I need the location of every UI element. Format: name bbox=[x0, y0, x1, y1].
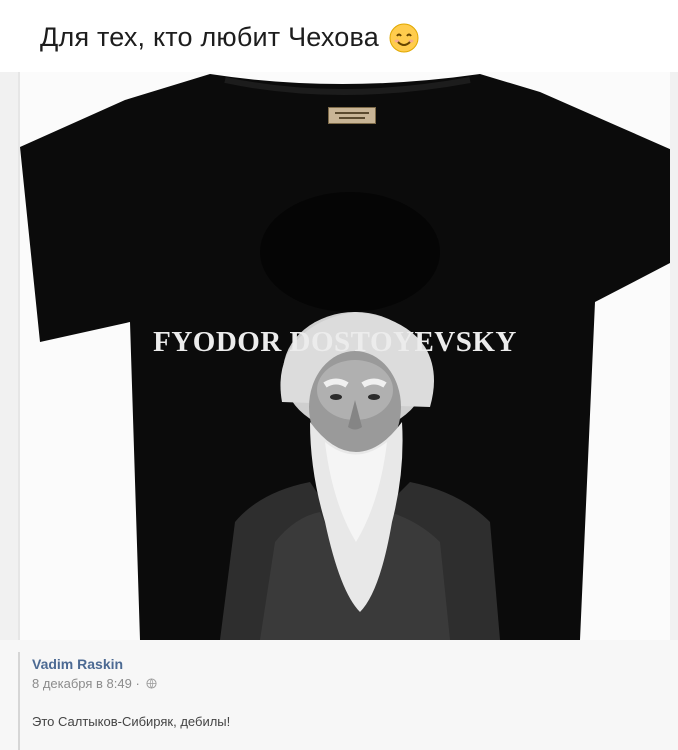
comment-block: Vadim Raskin 8 декабря в 8:49 · Это Салт… bbox=[0, 640, 678, 750]
comment-quote-bar bbox=[18, 652, 20, 750]
comment-meta: 8 декабря в 8:49 · bbox=[32, 676, 157, 691]
shirt-tag bbox=[328, 107, 376, 124]
post-text: Для тех, кто любит Чехова bbox=[40, 22, 379, 52]
comment-author[interactable]: Vadim Raskin bbox=[32, 656, 123, 672]
comment-text: Это Салтыков-Сибиряк, дебилы! bbox=[32, 714, 231, 729]
shirt-caption: FYODOR DOSTOYEVSKY bbox=[153, 326, 517, 358]
post-text-row: Для тех, кто любит Чехова bbox=[40, 22, 419, 53]
smiling-face-icon bbox=[389, 23, 419, 52]
post-header: Для тех, кто любит Чехова bbox=[0, 0, 678, 72]
comment-date[interactable]: 8 декабря в 8:49 · bbox=[32, 676, 140, 691]
globe-icon bbox=[146, 678, 157, 689]
post-image[interactable]: FYODOR DOSTOYEVSKY bbox=[20, 72, 670, 640]
